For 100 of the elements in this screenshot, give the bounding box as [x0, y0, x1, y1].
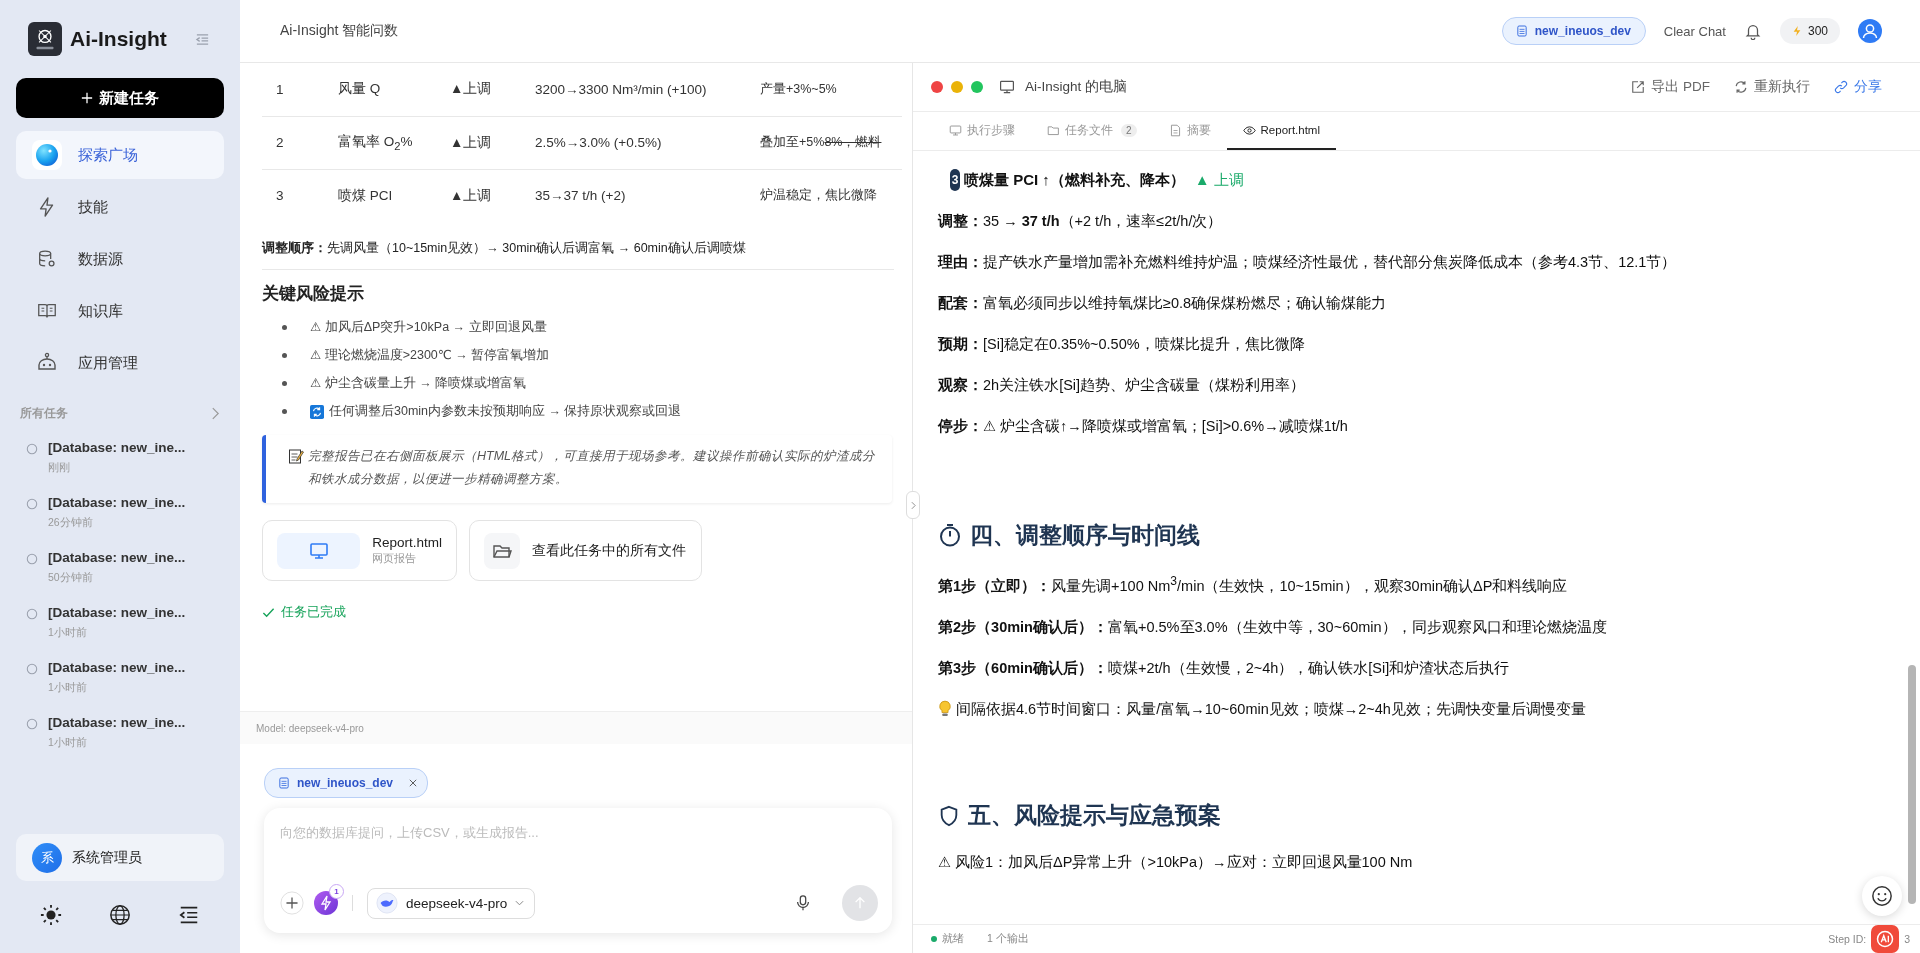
table-cell: 35→37 t/h (+2) — [535, 169, 760, 222]
close-dot[interactable] — [931, 81, 943, 93]
report-line: 理由：提产铁水产量增加需补充燃料维持炉温；喷煤经济性最优，替代部分焦炭降低成本（参考4.3节、12.1节） — [938, 253, 1678, 272]
orb-icon — [35, 143, 59, 167]
task-item[interactable]: [Database: new_ine... 刚刚 — [16, 440, 224, 475]
ai-assistant-button[interactable] — [1871, 925, 1900, 953]
new-task-button[interactable]: 新建任务 — [16, 78, 224, 118]
table-cell: 喷煤 PCI — [338, 169, 450, 222]
circle-icon — [26, 608, 38, 620]
user-avatar: 系 — [32, 842, 62, 873]
nav-item[interactable]: 技能 — [16, 183, 224, 231]
toolbar-button[interactable]: 导出 PDF — [1631, 78, 1710, 96]
monitor-icon — [999, 79, 1015, 95]
count-badge: 2 — [1121, 123, 1137, 137]
lightbulb-icon — [938, 700, 952, 719]
table-cell: ▲上调 — [450, 116, 535, 169]
document-icon — [279, 777, 289, 789]
table-cell: 产量+3%~5% — [760, 63, 902, 116]
risk-item: ⚠ 加风后ΔP突升>10kPa → 立即回退风量 — [310, 319, 547, 336]
circle-icon — [26, 553, 38, 565]
step-line: 第1步（立即）：风量先调+100 Nm$^{3}$/min（生效快，10~15min），观察30min确认ΔP和料线响应 — [938, 573, 1569, 596]
nav-item[interactable]: 数据源 — [16, 235, 224, 283]
credits-badge[interactable]: 300 — [1779, 18, 1840, 44]
count-badge: 1 — [329, 884, 344, 899]
step-line: 第2步（30min确认后）：富氧+0.5%至3.0%（生效中等，30~60min），同步观察风口和理论燃烧温度 — [938, 617, 1608, 637]
clear-chat-button[interactable]: Clear Chat — [1663, 23, 1726, 39]
app-name: Ai-Insight — [70, 27, 168, 51]
user-avatar-icon[interactable] — [1858, 19, 1882, 43]
nav-item[interactable]: 知识库 — [16, 287, 224, 335]
database-chip[interactable]: new_ineuos_dev — [264, 768, 429, 798]
caret-icon — [515, 900, 525, 906]
section-heading: 关键风险提示 — [262, 283, 365, 305]
task-item[interactable]: [Database: new_ine... 50分钟前 — [16, 550, 224, 585]
ai-icon — [1875, 929, 1896, 949]
section-heading: 四、调整顺序与时间线 — [970, 520, 1200, 550]
table-cell: 叠加至+5%8%，燃料 — [760, 116, 902, 169]
step-line: 第3步（60min确认后）：喷煤+2t/h（生效慢，2~4h），确认铁水[Si]和炉渣状态后执行 — [938, 658, 1511, 678]
skill-icon[interactable] — [314, 891, 338, 915]
status-text: 就绪 — [942, 932, 964, 946]
feedback-button[interactable] — [1862, 876, 1902, 916]
circle-icon — [26, 663, 38, 675]
table-cell: 风量 Q — [338, 63, 450, 116]
output-count: 1 个输出 — [987, 932, 1029, 946]
nav-item[interactable]: 应用管理 — [16, 339, 224, 387]
task-item[interactable]: [Database: new_ine... 26分钟前 — [16, 495, 224, 530]
number-badge: 3 — [950, 169, 960, 191]
export-icon — [1631, 80, 1646, 94]
bullet — [282, 325, 287, 330]
nav-item[interactable]: 探索广场 — [16, 131, 224, 179]
bullet — [282, 381, 287, 386]
report-line: 停步：⚠ 炉尘含碳↑→降喷煤或增富氧；[Si]>0.6%→减喷煤1t/h — [938, 417, 1349, 436]
toolbar-button[interactable]: 分享 — [1834, 78, 1882, 96]
risk-line: ⚠ 风险1：加风后ΔP异常上升（>10kPa）→应对：立即回退风量100 Nm — [938, 852, 1414, 872]
model-dropdown[interactable]: deepseek-v4-pro — [367, 887, 536, 919]
file-card[interactable]: Report.html 网页报告 — [262, 520, 457, 581]
report-line: 调整：35 → 37 t/h（+2 t/h，速率≤2t/h/次） — [938, 212, 1224, 231]
note-text: 完整报告已在右侧面板展示（HTML格式），可直接用于现场参考。建议操作前确认实际的炉渣成分和铁水成分数据，以便进一步精确调整方案。 — [308, 448, 877, 488]
task-item[interactable]: [Database: new_ine... 1小时前 — [16, 660, 224, 695]
globe-icon[interactable] — [109, 904, 131, 926]
panel-handle[interactable] — [906, 491, 920, 519]
table-cell: ▲上调 — [450, 63, 535, 116]
microphone-icon[interactable] — [794, 894, 812, 912]
risk-item: 任何调整后30min内参数未按预期响应 → 保持原状观察或回退 — [329, 403, 682, 420]
tab[interactable]: 任务文件 2 — [1031, 112, 1153, 150]
table-cell: 2.5%→3.0% (+0.5%) — [535, 116, 760, 169]
close-icon[interactable] — [409, 779, 418, 787]
stopwatch-icon — [938, 523, 962, 547]
database-chip[interactable]: new_ineuos_dev — [1501, 17, 1646, 45]
user-card[interactable]: 系 系统管理员 — [16, 834, 224, 881]
task-item[interactable]: [Database: new_ine... 1小时前 — [16, 605, 224, 640]
model-label: Model: deepseek-v4-pro — [256, 722, 364, 734]
folder-icon — [1047, 123, 1060, 137]
bell-icon[interactable] — [1743, 22, 1762, 40]
memo-icon — [288, 448, 304, 464]
status-text: 任务已完成 — [281, 603, 346, 621]
section-title: 喷煤量 PCI ↑（燃料补充、降本） — [964, 170, 1185, 190]
document-icon — [1168, 123, 1182, 137]
circle-icon — [26, 718, 38, 730]
maximize-dot[interactable] — [971, 81, 983, 93]
task-item[interactable]: [Database: new_ine... 1小时前 — [16, 715, 224, 750]
toolbar-button[interactable]: 重新执行 — [1734, 78, 1810, 96]
circle-icon — [26, 498, 38, 510]
add-icon[interactable] — [280, 891, 304, 915]
link-icon — [1834, 80, 1848, 94]
sun-icon[interactable] — [39, 904, 62, 926]
refresh-icon — [1734, 80, 1748, 94]
file-card[interactable]: 查看此任务中的所有文件 — [469, 520, 702, 581]
tab[interactable]: Report.html — [1226, 112, 1336, 150]
table-cell: ▲上调 — [450, 169, 535, 222]
report-line: 观察：2h关注铁水[Si]趋势、炉尘含碳量（煤粉利用率） — [938, 376, 1307, 395]
minimize-dot[interactable] — [951, 81, 963, 93]
sequence-text: 调整顺序：先调风量（10~15min见效）→ 30min确认后调富氧 → 60min确认后调喷煤 — [262, 240, 894, 270]
table-cell: 3200→3300 Nm³/min (+100) — [535, 63, 760, 116]
risk-item: ⚠ 理论燃烧温度>2300℃ → 暂停富氧增加 — [310, 347, 550, 364]
chevron-right-icon — [910, 500, 916, 510]
panel-title: Ai-Insight 的电脑 — [1025, 78, 1128, 96]
chevron-right-icon[interactable] — [211, 407, 220, 420]
plus-icon — [81, 92, 93, 104]
tip-text: 间隔依据4.6节时间窗口：风量/富氧→10~60min见效；喷煤→2~4h见效；先调快变量后调慢变量 — [956, 699, 1586, 719]
circle-icon — [26, 443, 38, 455]
